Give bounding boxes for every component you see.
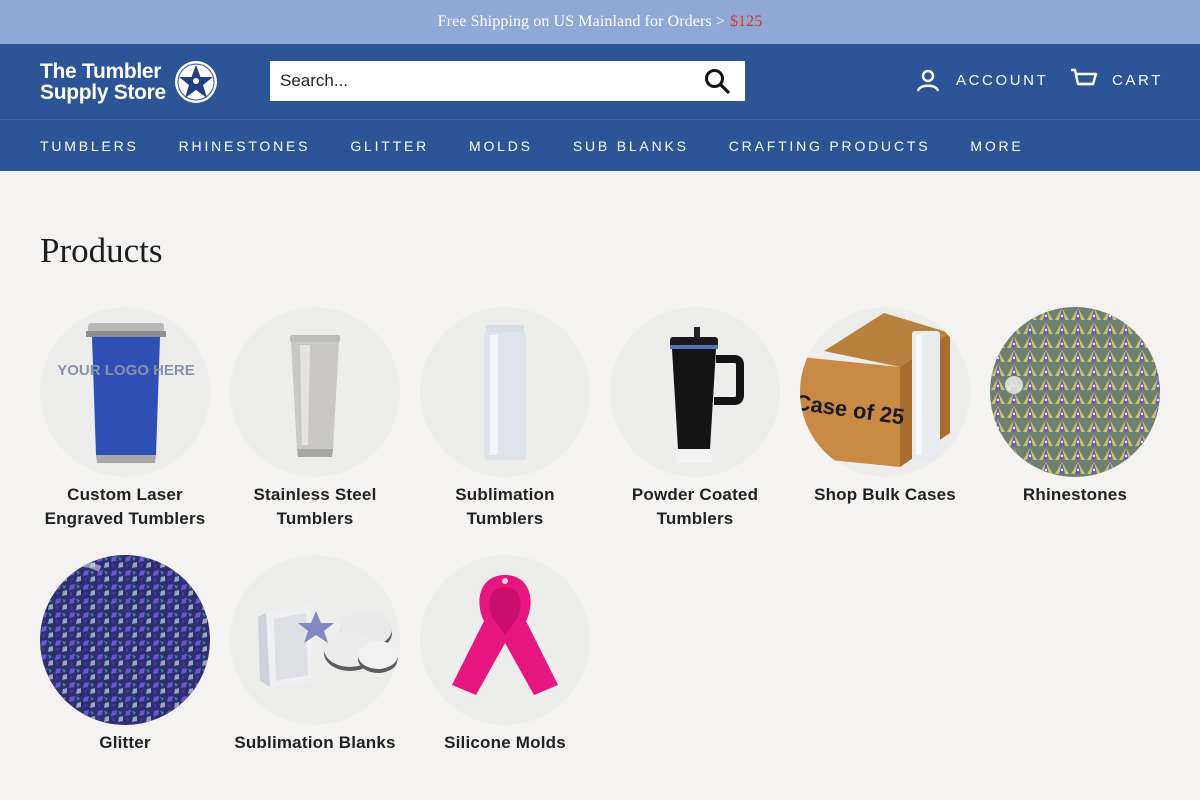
product-image	[610, 307, 780, 477]
search-icon	[705, 69, 730, 94]
product-card-rhinestones[interactable]: Rhinestones	[990, 307, 1160, 531]
product-card-silicone-molds[interactable]: Silicone Molds	[420, 555, 590, 755]
nav-item-sub-blanks[interactable]: SUB BLANKS	[573, 138, 689, 154]
product-title: Shop Bulk Cases	[814, 485, 956, 504]
product-card-sublimation-blanks[interactable]: Sublimation Blanks	[230, 555, 400, 755]
svg-text:YOUR LOGO HERE: YOUR LOGO HERE	[57, 362, 195, 379]
cart-link[interactable]: CART	[1070, 68, 1163, 92]
product-title: Sublimation Blanks	[234, 733, 396, 752]
product-image	[40, 555, 210, 725]
product-card-stainless-steel[interactable]: Stainless Steel Tumblers	[230, 307, 400, 531]
product-image: Case of 25	[800, 307, 970, 477]
nav-item-crafting-products[interactable]: CRAFTING PRODUCTS	[729, 138, 931, 154]
product-image	[230, 307, 400, 477]
main-nav: TUMBLERS RHINESTONES GLITTER MOLDS SUB B…	[0, 119, 1200, 171]
product-image	[420, 307, 590, 477]
nav-item-glitter[interactable]: GLITTER	[350, 138, 429, 154]
cart-label: CART	[1112, 71, 1163, 89]
account-link[interactable]: ACCOUNT	[916, 68, 1048, 92]
nav-item-rhinestones[interactable]: RHINESTONES	[179, 138, 311, 154]
announcement-text: Free Shipping on US Mainland for Orders …	[437, 13, 725, 30]
store-logo[interactable]: The Tumbler Supply Store	[40, 58, 240, 106]
main-content: Products YOUR LOGO HERE Custom Laser Eng…	[0, 231, 1200, 779]
announcement-price: $125	[729, 13, 763, 30]
product-card-custom-laser[interactable]: YOUR LOGO HERE Custom Laser Engraved Tum…	[40, 307, 210, 531]
product-card-sublimation-tumblers[interactable]: Sublimation Tumblers	[420, 307, 590, 531]
product-title: Stainless Steel Tumblers	[253, 485, 377, 528]
product-image	[230, 555, 400, 725]
product-card-powder-coated[interactable]: Powder Coated Tumblers	[610, 307, 780, 531]
product-title: Glitter	[99, 733, 151, 752]
product-card-glitter[interactable]: Glitter	[40, 555, 210, 755]
nav-item-molds[interactable]: MOLDS	[469, 138, 533, 154]
product-grid: YOUR LOGO HERE Custom Laser Engraved Tum…	[40, 307, 1170, 779]
site-header: The Tumbler Supply Store ACCOUNT	[0, 44, 1200, 119]
product-image	[420, 555, 590, 725]
product-title: Custom Laser Engraved Tumblers	[44, 485, 206, 528]
account-label: ACCOUNT	[956, 71, 1049, 89]
search-input[interactable]	[270, 61, 689, 101]
nav-item-more[interactable]: MORE	[970, 138, 1023, 154]
search-button[interactable]	[689, 61, 745, 101]
product-title: Rhinestones	[1022, 485, 1128, 504]
product-image	[990, 307, 1160, 477]
cart-icon	[1071, 68, 1098, 86]
product-title: Sublimation Tumblers	[455, 485, 555, 528]
star-badge-icon	[174, 60, 217, 103]
user-icon	[916, 69, 940, 92]
product-title: Powder Coated Tumblers	[631, 485, 759, 528]
announcement-bar: Free Shipping on US Mainland for Orders …	[0, 0, 1200, 44]
logo-text: The Tumbler Supply Store	[40, 59, 166, 104]
page-title: Products	[40, 231, 163, 270]
product-card-bulk-cases[interactable]: Case of 25 Shop Bulk Cases	[800, 307, 970, 531]
product-title: Silicone Molds	[444, 733, 566, 752]
product-image: YOUR LOGO HERE	[40, 307, 210, 477]
search-bar	[270, 61, 745, 101]
nav-item-tumblers[interactable]: TUMBLERS	[40, 138, 139, 154]
